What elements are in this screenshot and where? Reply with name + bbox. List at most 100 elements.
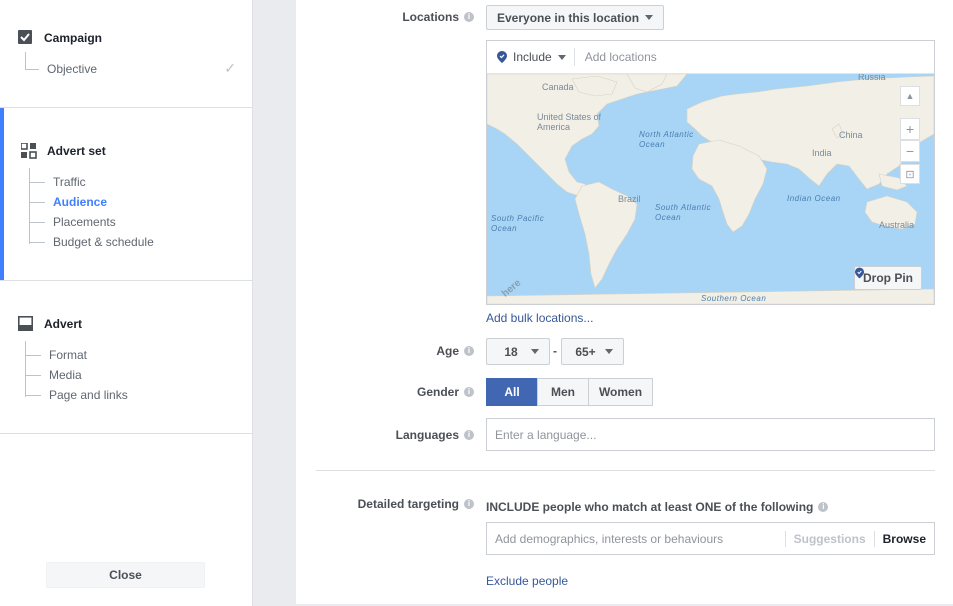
pin-icon [855, 267, 864, 279]
campaign-section: Campaign Objective ✓ [0, 0, 252, 108]
section-divider [316, 470, 935, 471]
location-type-value: Everyone in this location [497, 10, 640, 25]
sidebar-item-label: Placements [53, 215, 116, 229]
advert-set-header[interactable]: Advert set [20, 142, 106, 159]
ocean-label: Indian Ocean [787, 194, 841, 203]
audience-panel: Locations i Age i Gender i Languages i Detai… [296, 0, 953, 604]
sidebar: Campaign Objective ✓ Advert set Traffic … [0, 0, 253, 606]
age-label-text: Age [436, 344, 459, 358]
age-max-value: 65+ [575, 344, 596, 359]
advert-title: Advert [44, 317, 83, 331]
gender-label-text: Gender [416, 385, 459, 399]
info-icon[interactable]: i [464, 12, 474, 22]
caret-down-icon [605, 349, 613, 354]
languages-label-text: Languages [395, 428, 459, 442]
advert-set-title: Advert set [47, 144, 106, 158]
map-label: Russia [858, 74, 886, 82]
grid-icon [20, 142, 37, 159]
include-criteria-text: INCLUDE people who match at least ONE of… [486, 500, 829, 514]
sidebar-item-label: Audience [53, 195, 108, 209]
ocean-label: North Atlantic Ocean [639, 130, 694, 149]
detailed-targeting-placeholder: Add demographics, interests or behaviour… [495, 531, 724, 546]
map-label: Canada [542, 82, 574, 92]
gender-women-button[interactable]: Women [588, 378, 653, 406]
sidebar-item-page-links[interactable]: Page and links [25, 388, 128, 402]
drop-pin-button[interactable]: Drop Pin [854, 266, 922, 290]
map-label: Brazil [618, 194, 641, 204]
pin-icon [497, 51, 507, 63]
checkbox-icon [18, 30, 34, 46]
close-button[interactable]: Close [46, 562, 205, 588]
age-min-value: 18 [504, 344, 518, 359]
map-label: India [812, 148, 832, 158]
info-icon[interactable]: i [464, 430, 474, 440]
locations-label: Locations i [402, 10, 474, 24]
advert-set-section: Advert set Traffic Audience Placements B… [0, 108, 252, 281]
sidebar-item-placements[interactable]: Placements [29, 215, 116, 229]
detailed-targeting-input[interactable]: Add demographics, interests or behaviour… [486, 522, 935, 555]
checkmark-icon: ✓ [224, 60, 236, 76]
caret-down-icon [557, 54, 566, 60]
gender-all-button[interactable]: All [486, 378, 538, 406]
zoom-out-icon[interactable]: − [900, 140, 920, 162]
location-search-bar: Include Add locations [487, 41, 934, 74]
sidebar-item-label: Traffic [53, 175, 86, 189]
locations-label-text: Locations [402, 10, 459, 24]
sidebar-item-traffic[interactable]: Traffic [29, 175, 86, 189]
info-icon[interactable]: i [464, 387, 474, 397]
languages-placeholder: Enter a language... [495, 427, 597, 442]
sidebar-item-format[interactable]: Format [25, 348, 87, 362]
map-label: Australia [879, 220, 915, 230]
age-max-dropdown[interactable]: 65+ [561, 338, 624, 365]
info-icon[interactable]: i [818, 502, 829, 512]
zoom-in-icon[interactable]: + [900, 118, 920, 140]
suggestions-button[interactable]: Suggestions [784, 530, 874, 547]
world-map[interactable]: Russia Canada United States of America C… [487, 74, 934, 304]
exclude-people-link[interactable]: Exclude people [486, 574, 568, 588]
caret-down-icon [645, 15, 654, 20]
campaign-title: Campaign [44, 31, 103, 45]
languages-input[interactable]: Enter a language... [486, 418, 935, 451]
age-separator: - [553, 344, 557, 358]
caret-down-icon [531, 349, 539, 354]
info-icon[interactable]: i [464, 346, 474, 356]
advert-section: Advert Format Media Page and links [0, 281, 252, 434]
age-label: Age i [436, 344, 474, 358]
sidebar-item-audience[interactable]: Audience [29, 195, 107, 209]
sidebar-item-objective[interactable]: Objective [25, 62, 97, 76]
campaign-header[interactable]: Campaign [18, 30, 102, 46]
scroll-up-icon[interactable]: ▲ [900, 86, 920, 106]
gender-men-button[interactable]: Men [537, 378, 589, 406]
age-min-dropdown[interactable]: 18 [486, 338, 550, 365]
label-column: Locations i Age i Gender i Languages i Detai… [296, 0, 474, 606]
drop-pin-label: Drop Pin [863, 271, 913, 285]
sidebar-item-label: Objective [47, 62, 98, 76]
browse-button[interactable]: Browse [873, 530, 926, 547]
ocean-label: South Atlantic Ocean [655, 203, 712, 222]
languages-label: Languages i [396, 428, 474, 442]
sidebar-item-label: Page and links [49, 388, 128, 402]
include-label: Include [513, 50, 552, 64]
sidebar-item-label: Media [49, 368, 82, 382]
locate-icon[interactable]: ⊡ [900, 164, 920, 184]
location-search-input[interactable]: Add locations [585, 50, 657, 64]
map-label: China [839, 130, 863, 140]
sidebar-item-media[interactable]: Media [25, 368, 82, 382]
info-icon[interactable]: i [464, 499, 474, 509]
map-label: United States of America [537, 112, 602, 132]
location-type-dropdown[interactable]: Everyone in this location [486, 5, 665, 30]
add-bulk-locations-link[interactable]: Add bulk locations... [486, 311, 593, 325]
advert-icon [18, 316, 34, 332]
advert-header[interactable]: Advert [18, 316, 82, 332]
gender-selector: All Men Women [486, 378, 653, 406]
sidebar-item-label: Budget & schedule [53, 235, 154, 249]
include-dropdown[interactable]: Include [497, 48, 575, 66]
sidebar-item-budget-schedule[interactable]: Budget & schedule [29, 235, 154, 249]
gender-label: Gender i [417, 385, 474, 399]
detailed-targeting-label: Detailed targeting i [358, 497, 474, 511]
ocean-label: Southern Ocean [701, 294, 767, 303]
sidebar-item-label: Format [49, 348, 88, 362]
detailed-targeting-label-text: Detailed targeting [357, 497, 459, 511]
gutter [254, 0, 296, 606]
include-criteria-label: INCLUDE people who match at least ONE of… [486, 500, 814, 514]
